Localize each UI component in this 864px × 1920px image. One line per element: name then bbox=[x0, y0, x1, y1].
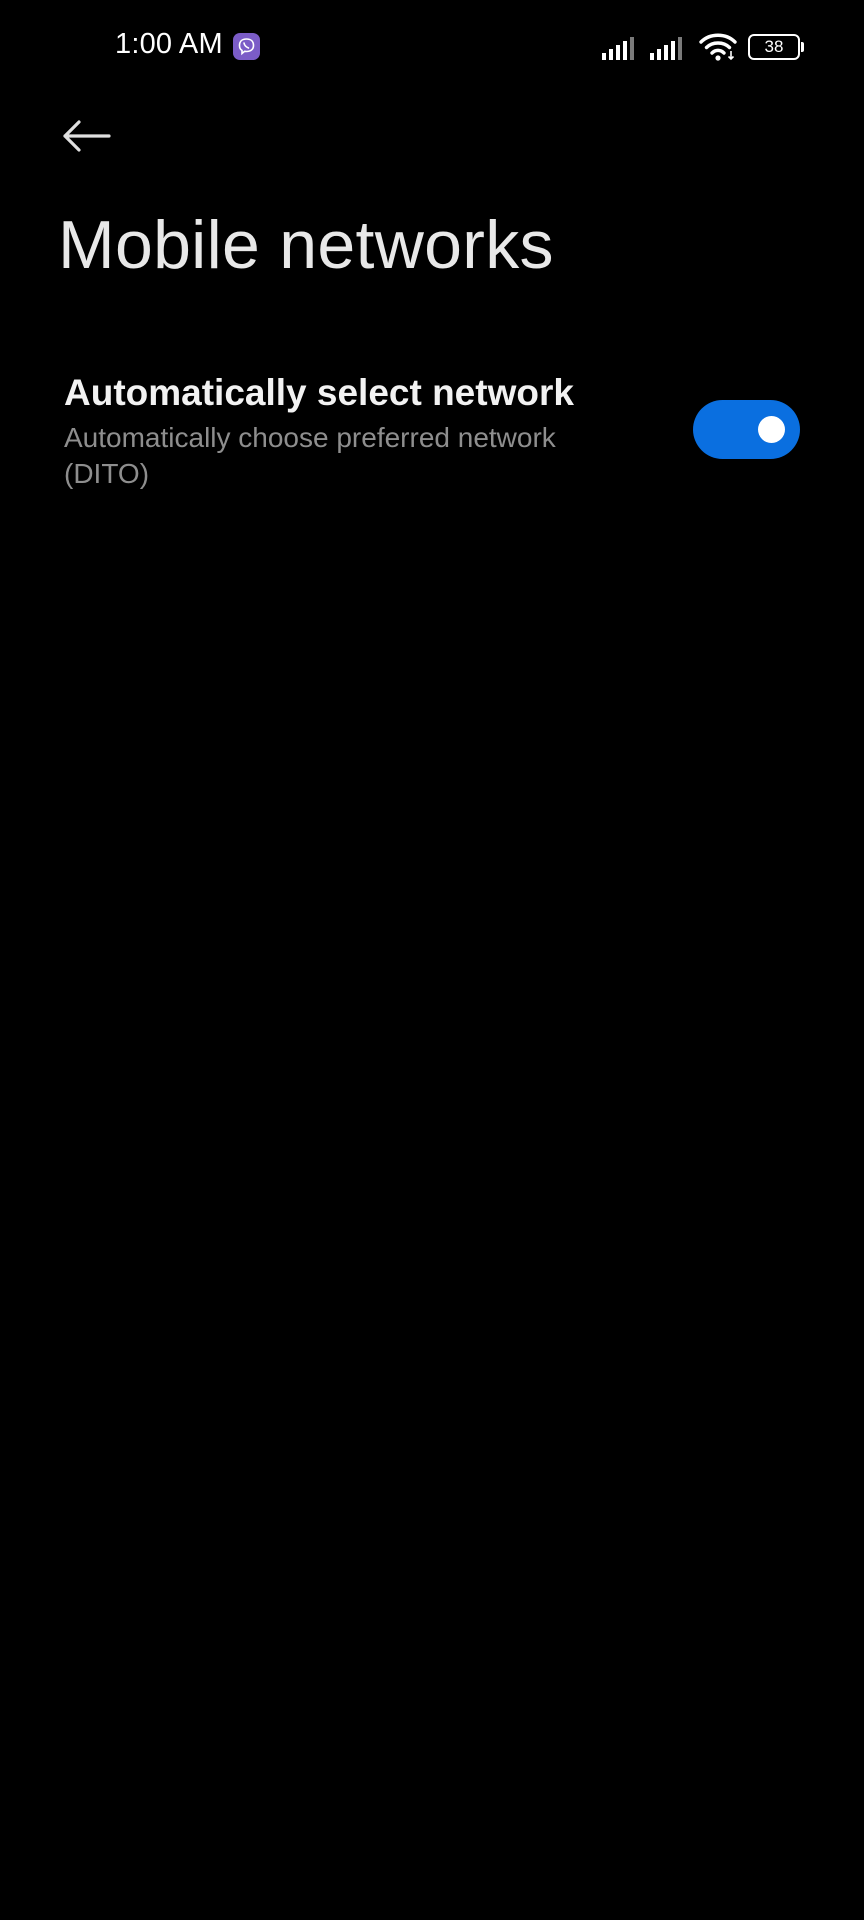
wifi-icon bbox=[698, 32, 738, 62]
back-button[interactable] bbox=[52, 104, 122, 168]
toggle-knob bbox=[758, 416, 785, 443]
viber-icon bbox=[233, 33, 260, 60]
status-bar: 1:00 AM 38 bbox=[0, 0, 864, 96]
setting-subtitle: Automatically choose preferred network (… bbox=[64, 422, 556, 489]
battery-cap bbox=[801, 42, 804, 52]
back-arrow-icon bbox=[63, 120, 111, 152]
setting-title: Automatically select network bbox=[64, 372, 574, 413]
status-time: 1:00 AM bbox=[115, 28, 223, 60]
auto-select-network-toggle[interactable] bbox=[693, 400, 800, 459]
signal-icon bbox=[650, 36, 688, 60]
auto-select-network-row[interactable]: Automatically select network Automatical… bbox=[0, 360, 864, 500]
setting-text: Automatically select network Automatical… bbox=[64, 370, 624, 492]
page-title: Mobile networks bbox=[58, 207, 554, 283]
signal-icon bbox=[602, 36, 640, 60]
battery-level: 38 bbox=[764, 37, 784, 56]
battery-icon: 38 bbox=[748, 34, 804, 60]
